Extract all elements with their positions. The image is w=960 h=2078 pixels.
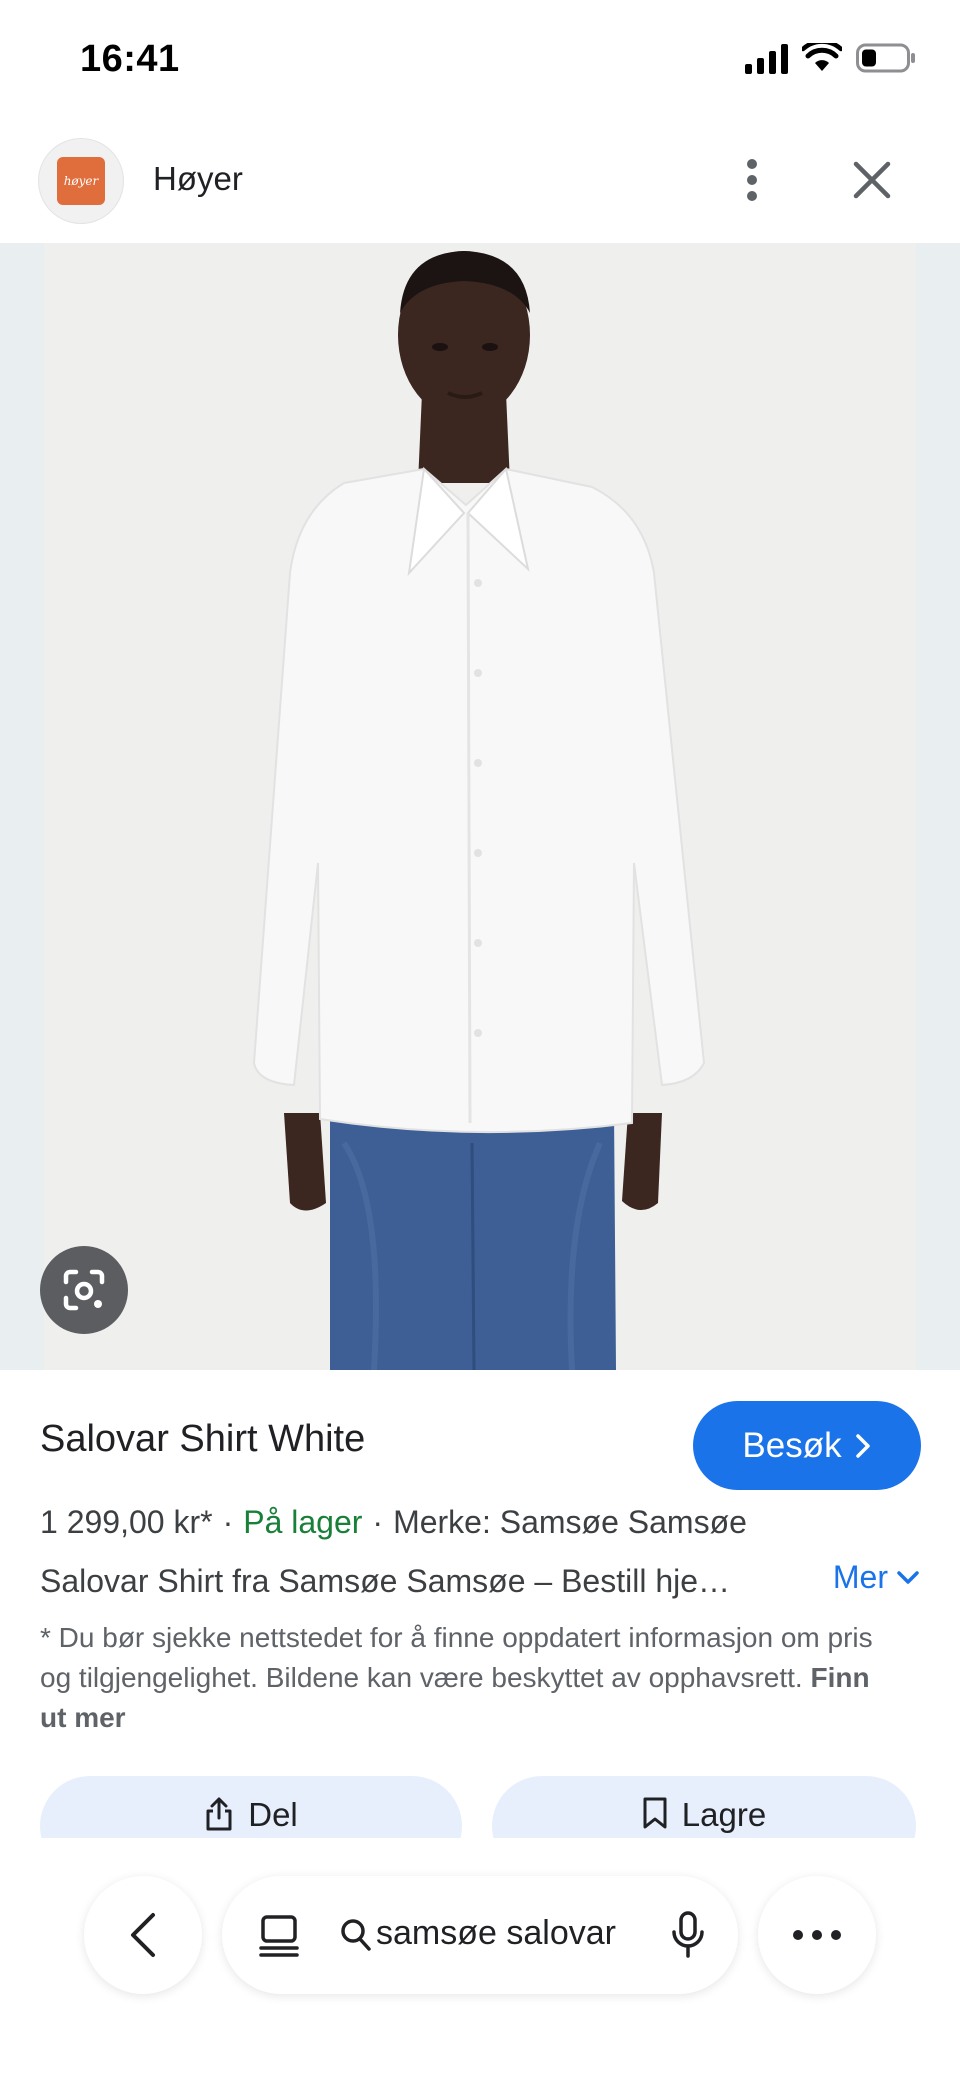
description-row: Salovar Shirt fra Samsøe Samsøe – Bestil… [40, 1559, 920, 1607]
back-button[interactable] [84, 1876, 202, 1994]
visit-button-label: Besøk [742, 1425, 842, 1465]
more-horiz-icon [793, 1930, 841, 1940]
disclaimer: * Du bør sjekke nettstedet for å finne o… [40, 1618, 900, 1738]
site-logo[interactable]: høyer [38, 138, 124, 224]
hoyer-logo: høyer [57, 157, 105, 205]
stock-status: På lager [243, 1504, 363, 1540]
save-button[interactable]: Lagre [492, 1776, 916, 1838]
site-name: Høyer [153, 160, 243, 197]
bookmark-icon [643, 1797, 667, 1829]
visit-button[interactable]: Besøk [693, 1401, 921, 1490]
close-icon [853, 161, 891, 199]
tabs-icon [259, 1915, 299, 1957]
microphone-icon[interactable] [670, 1910, 706, 1960]
cellular-signal-icon [745, 42, 788, 74]
search-bar[interactable]: samsøe salovar [222, 1876, 738, 1994]
more-button[interactable]: Mer [833, 1559, 920, 1596]
model-illustration [252, 251, 706, 1370]
more-vert-icon [747, 159, 757, 201]
product-meta: 1 299,00 kr* · På lager · Merke: Samsøe Sams… [40, 1504, 747, 1541]
status-icons [745, 42, 916, 74]
search-query: samsøe salovar [376, 1914, 616, 1952]
product-description: Salovar Shirt fra Samsøe Samsøe – Bestil… [40, 1563, 731, 1599]
action-row: Del Lagre [0, 1776, 960, 1838]
status-time: 16:41 [80, 38, 180, 80]
chevron-down-icon [897, 1570, 919, 1584]
google-lens-icon [63, 1269, 105, 1311]
product-image-panel [44, 243, 916, 1370]
share-icon [206, 1797, 232, 1831]
wifi-icon [802, 43, 842, 71]
share-button[interactable]: Del [40, 1776, 462, 1838]
bottom-toolbar: samsøe salovar [0, 1870, 960, 2078]
close-button[interactable] [842, 150, 902, 210]
more-label: Mer [832, 1559, 888, 1595]
save-label: Lagre [681, 1796, 767, 1833]
battery-icon [856, 43, 915, 73]
product-brand: Merke: Samsøe Samsøe [393, 1504, 747, 1540]
product-image[interactable] [0, 243, 960, 1370]
more-options-button[interactable] [758, 1876, 876, 1994]
google-lens-button[interactable] [40, 1246, 128, 1334]
chevron-right-icon [855, 1433, 870, 1458]
site-header: høyer Høyer [0, 130, 960, 242]
disclaimer-text: * Du bør sjekke nettstedet for å finne o… [40, 1622, 873, 1693]
search-icon [341, 1919, 371, 1951]
share-label: Del [248, 1796, 298, 1833]
chevron-left-icon [131, 1913, 155, 1957]
separator-dot: · [222, 1504, 234, 1540]
status-bar: 16:41 [0, 0, 960, 120]
menu-button[interactable] [730, 148, 774, 212]
product-title: Salovar Shirt White [40, 1418, 366, 1460]
separator-dot: · [372, 1504, 384, 1540]
product-price: 1 299,00 kr* [40, 1504, 213, 1540]
